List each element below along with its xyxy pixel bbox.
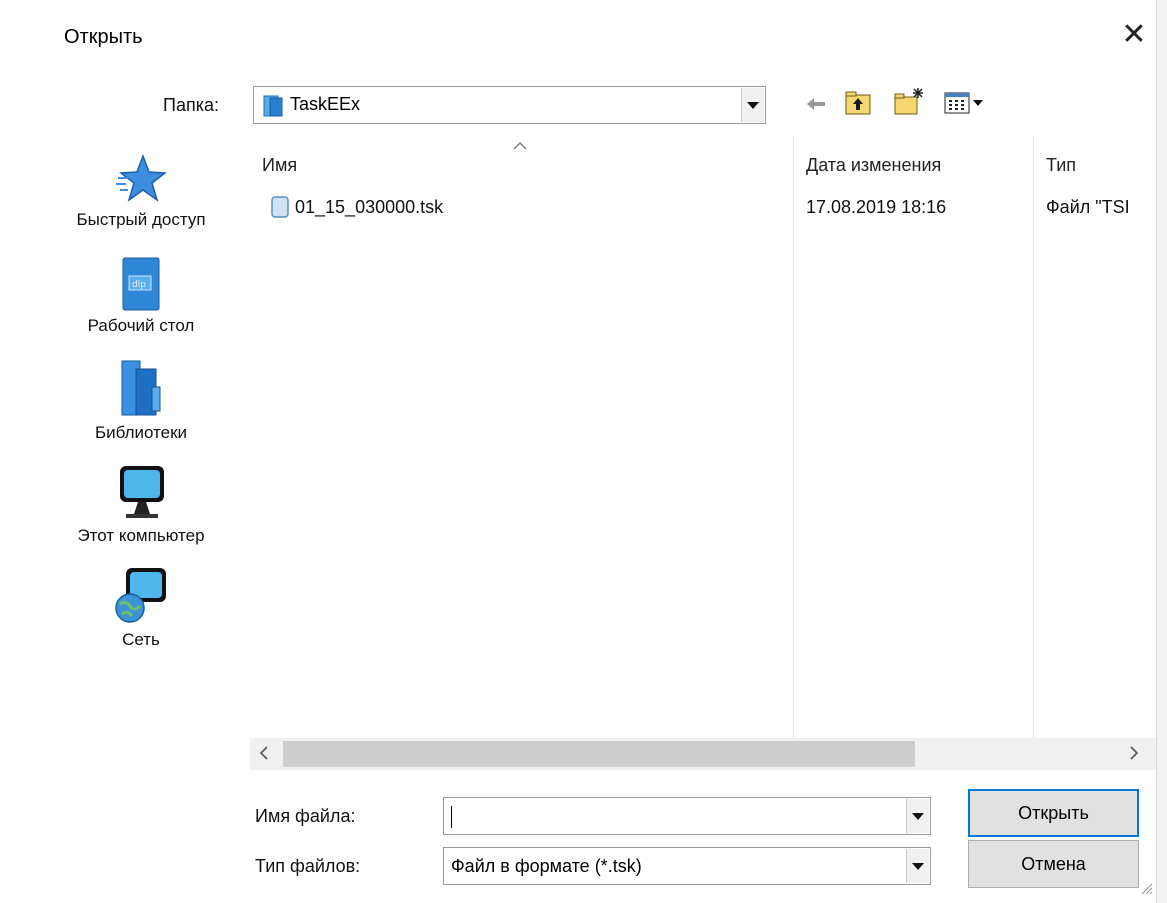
sort-ascending-icon [512, 138, 528, 156]
text-caret [451, 806, 452, 828]
folder-combo[interactable]: TaskEEx [253, 86, 766, 124]
horizontal-scrollbar[interactable] [250, 738, 1156, 770]
window-edge [1156, 0, 1167, 903]
libraries-icon [36, 357, 246, 423]
file-date: 17.08.2019 18:16 [806, 197, 947, 217]
file-type: Файл "TSI [1046, 197, 1130, 217]
resize-grip-icon[interactable] [1138, 880, 1154, 901]
column-header-name[interactable]: Имя [262, 155, 297, 176]
dialog-title: Открыть [64, 26, 143, 48]
sidebar-item-label: Библиотеки [94, 423, 188, 442]
sidebar-item-libraries[interactable]: Библиотеки [36, 357, 246, 443]
open-button[interactable]: Открыть [968, 789, 1139, 837]
chevron-down-icon[interactable] [906, 799, 929, 833]
filename-label: Имя файла: [255, 806, 356, 826]
sidebar-item-network[interactable]: Сеть [36, 566, 246, 650]
filetype-select[interactable]: Файл в формате (*.tsk) [443, 847, 931, 885]
computer-icon [36, 462, 246, 526]
cancel-button[interactable]: Отмена [968, 840, 1139, 888]
filename-input[interactable] [443, 797, 931, 835]
sidebar-item-label: Этот компьютер [77, 526, 205, 545]
back-arrow-icon[interactable] [804, 92, 828, 121]
chevron-down-icon[interactable] [741, 88, 764, 122]
file-icon [270, 195, 290, 224]
scrollbar-thumb[interactable] [283, 741, 915, 767]
sidebar-item-desktop[interactable]: dlp Рабочий стол [36, 256, 246, 336]
sidebar-item-quick-access[interactable]: Быстрый доступ [36, 152, 246, 230]
scroll-left-icon[interactable] [258, 744, 270, 767]
table-row[interactable]: 01_15_030000.tsk 17.08.2019 18:16 Файл "… [262, 193, 1156, 223]
column-header-type[interactable]: Тип [1046, 155, 1076, 176]
view-menu-icon[interactable] [943, 90, 989, 121]
sidebar-item-label: Рабочий стол [87, 316, 195, 335]
up-folder-icon[interactable] [843, 88, 873, 123]
folder-icon [262, 94, 284, 123]
sidebar-item-label: Быстрый доступ [76, 210, 206, 229]
close-button[interactable]: ✕ [1117, 20, 1151, 54]
file-list[interactable] [250, 138, 1156, 738]
column-header-date[interactable]: Дата изменения [806, 155, 941, 176]
filetype-label: Тип файлов: [255, 856, 361, 876]
chevron-down-icon[interactable] [906, 849, 929, 883]
column-separator [1033, 138, 1034, 738]
file-name: 01_15_030000.tsk [295, 197, 444, 217]
quick-access-star-icon [36, 152, 246, 210]
scroll-right-icon[interactable] [1128, 744, 1140, 767]
new-folder-icon[interactable] [892, 86, 926, 123]
desktop-icon: dlp [36, 256, 246, 316]
svg-text:dlp: dlp [132, 280, 146, 290]
sidebar-item-label: Сеть [122, 630, 160, 649]
sidebar-item-this-pc[interactable]: Этот компьютер [36, 462, 246, 546]
network-icon [36, 566, 246, 630]
column-separator [793, 138, 794, 738]
filetype-value: Файл в формате (*.tsk) [451, 856, 642, 876]
folder-label: Папка: [163, 95, 219, 115]
folder-value: TaskEEx [290, 94, 361, 114]
